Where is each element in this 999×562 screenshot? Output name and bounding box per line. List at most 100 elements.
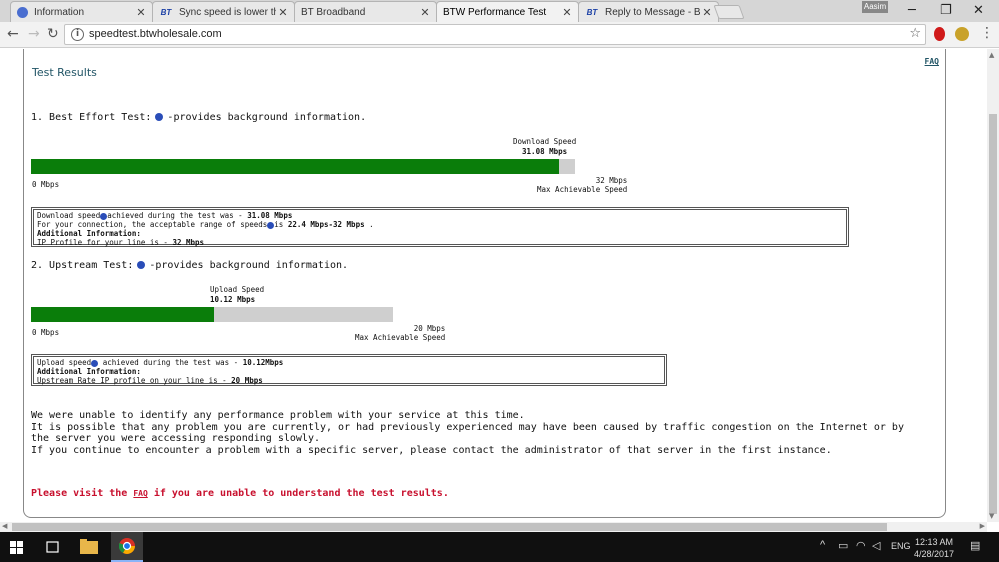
task-view-icon[interactable] xyxy=(45,541,60,553)
best-effort-heading: 1. Best Effort Test: -provides background… xyxy=(31,112,366,123)
extension-icon[interactable] xyxy=(955,27,969,41)
bookmark-star-icon[interactable]: ☆ xyxy=(909,26,921,41)
menu-icon[interactable]: ⋮ xyxy=(980,25,994,41)
download-max-value: 32 Mbps xyxy=(595,176,628,185)
windows-taskbar: ^ ▭ ◠ ◁ ENG 12:13 AM 4/28/2017 ▤ xyxy=(0,532,999,562)
scroll-right-icon[interactable]: ▶ xyxy=(980,522,985,530)
info-line: Upload speed achieved during the test wa… xyxy=(37,358,661,367)
heading-label: 1. Best Effort Test: xyxy=(31,112,152,123)
heading-suffix: -provides background information. xyxy=(149,260,349,271)
reload-icon[interactable]: ↻ xyxy=(47,26,59,42)
message-line: We were unable to identify any performan… xyxy=(31,410,525,421)
upload-speed-fill xyxy=(31,307,215,322)
close-icon[interactable]: ✕ xyxy=(560,6,574,19)
info-icon[interactable]: i xyxy=(71,28,84,41)
forward-icon[interactable]: → xyxy=(28,26,40,42)
upload-max-label: 20 Mbps Max Achievable Speed xyxy=(355,324,445,342)
message-line: If you continue to encounter a problem w… xyxy=(31,444,832,456)
tab-label: Reply to Message - BTCa xyxy=(605,6,700,18)
warning-suffix: if you are unable to understand the test… xyxy=(147,488,449,499)
wifi-icon[interactable]: ◠ xyxy=(856,539,866,552)
result-message: We were unable to identify any performan… xyxy=(31,410,911,456)
download-speed-label: Download Speed 31.08 Mbps xyxy=(513,137,576,157)
new-tab-button[interactable] xyxy=(713,5,745,19)
tab-label: BT Broadband xyxy=(301,6,366,18)
close-icon[interactable]: ✕ xyxy=(418,6,432,19)
upload-speed-label: Upload Speed 10.12 Mbps xyxy=(210,285,264,305)
address-bar[interactable]: i speedtest.btwholesale.com ☆ xyxy=(64,24,926,45)
horizontal-scrollbar[interactable]: ◀ ▶ xyxy=(0,522,987,532)
info-heading: Additional Information: xyxy=(37,367,141,376)
scroll-down-icon[interactable]: ▼ xyxy=(989,512,994,520)
scroll-left-icon[interactable]: ◀ xyxy=(2,522,7,530)
info-value: 22.4 Mbps-32 Mbps xyxy=(287,220,365,229)
download-max-label: 32 Mbps Max Achievable Speed xyxy=(537,176,627,194)
windows-start-icon[interactable] xyxy=(10,541,23,554)
tab-strip: Information ✕ BT Sync speed is lower tha… xyxy=(0,0,999,23)
info-value: 32 Mbps xyxy=(172,238,205,247)
back-icon[interactable]: ← xyxy=(7,26,19,42)
heading-suffix: -provides background information. xyxy=(167,112,367,123)
volume-icon[interactable]: ◁ xyxy=(872,539,880,552)
close-icon[interactable]: ✕ xyxy=(700,6,714,19)
upstream-heading: 2. Upstream Test: -provides background in… xyxy=(31,260,348,271)
close-icon[interactable]: ✕ xyxy=(276,6,290,19)
upload-speed-value: 10.12 Mbps xyxy=(210,295,256,304)
file-explorer-icon[interactable] xyxy=(80,539,98,554)
info-line: Additional Information: xyxy=(37,367,661,376)
vertical-scrollbar[interactable]: ▲ ▼ xyxy=(987,49,999,522)
language-indicator[interactable]: ENG xyxy=(891,541,911,551)
battery-icon[interactable]: ▭ xyxy=(838,539,848,552)
tab-bt-broadband[interactable]: BT Broadband ✕ xyxy=(294,1,437,22)
info-text: IP Profile for your line is - xyxy=(37,238,173,247)
message-line: It is possible that any problem you are … xyxy=(31,421,904,445)
help-icon[interactable] xyxy=(155,113,164,121)
download-speed-value: 31.08 Mbps xyxy=(522,147,568,156)
upload-max-caption: Max Achievable Speed xyxy=(355,333,446,342)
info-line: Download speed achieved during the test w… xyxy=(37,211,843,220)
chrome-taskbar-button[interactable] xyxy=(111,532,143,562)
upload-speed-bar xyxy=(31,307,393,322)
tab-label: Sync speed is lower than xyxy=(179,6,276,18)
close-window-icon[interactable]: ✕ xyxy=(973,3,984,18)
tab-sync-speed[interactable]: BT Sync speed is lower than ✕ xyxy=(152,1,295,22)
info-text: Download speed xyxy=(37,211,101,220)
info-value: 10.12Mbps xyxy=(242,358,284,367)
upload-info-box: Upload speed achieved during the test wa… xyxy=(31,354,667,386)
tab-information[interactable]: Information ✕ xyxy=(10,1,153,22)
info-line: Additional Information: xyxy=(37,229,843,238)
results-panel: Test Results FAQ 1. Best Effort Test: -pr… xyxy=(23,49,946,518)
scroll-up-icon[interactable]: ▲ xyxy=(989,51,994,59)
info-text: . xyxy=(364,220,374,229)
tab-btw-performance-test[interactable]: BTW Performance Test ✕ xyxy=(436,1,579,23)
faq-warning-link[interactable]: FAQ xyxy=(133,489,147,498)
clock[interactable]: 12:13 AM 4/28/2017 xyxy=(914,536,954,560)
download-info-box: Download speed achieved during the test w… xyxy=(31,207,849,247)
opera-extension-icon[interactable] xyxy=(934,27,945,41)
info-text: For your connection, the acceptable rang… xyxy=(37,220,268,229)
info-text: achieved during the test was - xyxy=(98,358,243,367)
warning-prefix: Please visit the xyxy=(31,488,134,499)
profile-badge[interactable]: Aasim xyxy=(862,1,888,13)
upload-min-label: 0 Mbps xyxy=(32,328,60,337)
minimize-icon[interactable]: ─ xyxy=(908,3,916,18)
vertical-scroll-thumb[interactable] xyxy=(989,114,997,514)
info-heading: Additional Information: xyxy=(37,229,141,238)
info-text: Upload speed xyxy=(37,358,92,367)
close-icon[interactable]: ✕ xyxy=(134,6,148,19)
url-text: speedtest.btwholesale.com xyxy=(89,28,222,40)
clock-date: 4/28/2017 xyxy=(914,549,955,559)
notifications-icon[interactable]: ▤ xyxy=(970,539,980,552)
help-icon[interactable] xyxy=(137,261,146,269)
tray-chevron-icon[interactable]: ^ xyxy=(820,539,825,551)
faq-link[interactable]: FAQ xyxy=(925,57,939,66)
restore-icon[interactable]: ❐ xyxy=(940,3,952,18)
heading-label: 2. Upstream Test: xyxy=(31,260,134,271)
chrome-icon xyxy=(119,538,135,554)
upload-speed-caption: Upload Speed xyxy=(210,285,265,294)
tab-reply-to-message[interactable]: BT Reply to Message - BTCa ✕ xyxy=(578,1,719,22)
horizontal-scroll-thumb[interactable] xyxy=(12,523,887,531)
info-text: is xyxy=(274,220,288,229)
download-speed-caption: Download Speed xyxy=(513,137,577,146)
globe-icon xyxy=(17,6,28,18)
